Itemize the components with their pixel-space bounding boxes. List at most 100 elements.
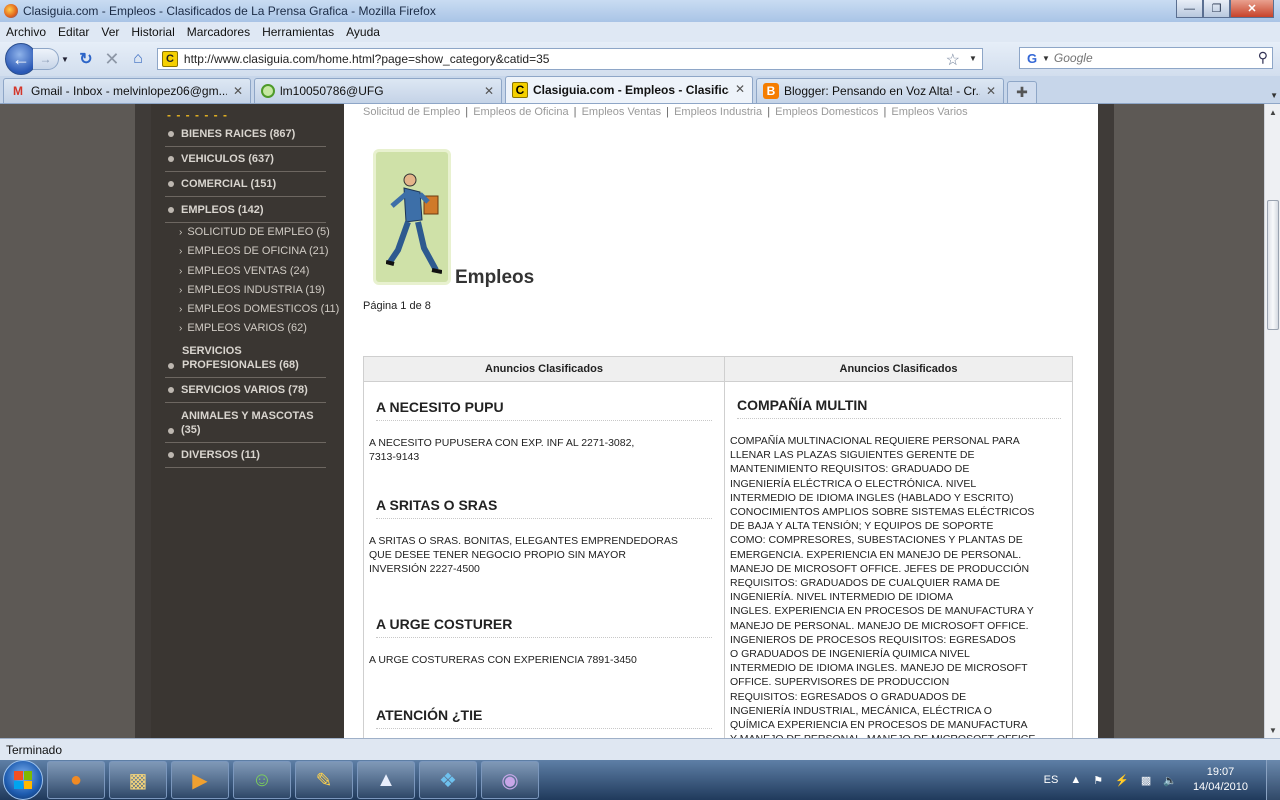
- subcategory-solicitud[interactable]: › SOLICITUD DE EMPLEO (5): [179, 226, 330, 238]
- subnav-link-industria[interactable]: Empleos Industria: [674, 106, 762, 118]
- scrollbar-thumb[interactable]: [1267, 200, 1279, 330]
- taskbar-explorer[interactable]: ▩: [109, 761, 167, 799]
- menu-marcadores[interactable]: Marcadores: [181, 25, 256, 39]
- forward-button[interactable]: →: [33, 48, 59, 70]
- subnav-link-varios[interactable]: Empleos Varios: [891, 106, 967, 118]
- search-engine-dropdown-icon[interactable]: ▼: [1042, 54, 1050, 63]
- url-bar[interactable]: C http://www.clasiguia.com/home.html?pag…: [156, 48, 983, 70]
- bookmark-star-icon[interactable]: ☆: [946, 50, 960, 70]
- category-label[interactable]: DIVERSOS (11): [181, 448, 326, 462]
- close-button[interactable]: ✕: [1230, 0, 1274, 18]
- ad-title[interactable]: A SRITAS O SRAS: [376, 497, 497, 513]
- tab-gmail[interactable]: M Gmail - Inbox - melvinlopez06@gm... ✕: [3, 78, 251, 103]
- category-bienes-raices[interactable]: BIENES RAICES (867): [165, 127, 326, 147]
- search-input[interactable]: [1053, 51, 1244, 65]
- category-label[interactable]: ANIMALES Y MASCOTAS (35): [181, 409, 326, 437]
- subnav-link-oficina[interactable]: Empleos de Oficina: [473, 106, 568, 118]
- subcategory-label[interactable]: EMPLEOS INDUSTRIA (19): [187, 284, 325, 296]
- menu-ver[interactable]: Ver: [95, 25, 125, 39]
- category-servicios-varios[interactable]: SERVICIOS VARIOS (78): [165, 383, 326, 403]
- close-tab-icon[interactable]: ✕: [986, 84, 996, 98]
- category-empleos[interactable]: EMPLEOS (142): [165, 203, 326, 223]
- reload-icon[interactable]: ↻: [73, 47, 99, 71]
- ad-title[interactable]: ATENCIÓN ¿TIE: [376, 707, 482, 723]
- category-servicios-profesionales[interactable]: SERVICIOS PROFESIONALES (68): [165, 344, 326, 378]
- category-label[interactable]: SERVICIOS VARIOS (78): [181, 383, 326, 397]
- subcategory-label[interactable]: EMPLEOS DE OFICINA (21): [187, 245, 328, 257]
- vertical-scrollbar[interactable]: ▲ ▼: [1264, 104, 1280, 738]
- ad-title[interactable]: A NECESITO PUPU: [376, 399, 504, 415]
- url-dropdown-icon[interactable]: ▼: [969, 54, 977, 63]
- subnav-separator: |: [573, 106, 577, 118]
- tab-blogger[interactable]: B Blogger: Pensando en Voz Alta! - Cr...…: [756, 78, 1004, 103]
- ad-title[interactable]: A URGE COSTURER: [376, 616, 512, 632]
- subnav-link-ventas[interactable]: Empleos Ventas: [582, 106, 662, 118]
- subnav-link-solicitud[interactable]: Solicitud de Empleo: [363, 106, 460, 118]
- tab-list-dropdown-icon[interactable]: ▼: [1270, 91, 1278, 100]
- category-comercial[interactable]: COMERCIAL (151): [165, 177, 326, 197]
- subnav-link-domesticos[interactable]: Empleos Domesticos: [775, 106, 878, 118]
- category-label[interactable]: BIENES RAICES (867): [181, 127, 326, 141]
- bullet-icon: [168, 428, 174, 434]
- taskbar-app-dolphin[interactable]: ❖: [419, 761, 477, 799]
- power-icon[interactable]: ⚡: [1115, 774, 1129, 787]
- network-signal-icon[interactable]: ▩: [1141, 774, 1151, 787]
- scroll-down-icon[interactable]: ▼: [1265, 722, 1280, 738]
- scroll-up-icon[interactable]: ▲: [1265, 104, 1280, 120]
- taskbar-messenger[interactable]: ☺: [233, 761, 291, 799]
- show-desktop-button[interactable]: [1266, 760, 1280, 800]
- subcategory-label[interactable]: EMPLEOS VARIOS (62): [187, 322, 307, 334]
- taskbar-pidgin[interactable]: ◉: [481, 761, 539, 799]
- menu-archivo[interactable]: Archivo: [0, 25, 52, 39]
- stop-icon[interactable]: ✕: [99, 47, 125, 71]
- bullet-icon: [168, 363, 174, 369]
- clock[interactable]: 19:07 14/04/2010: [1193, 765, 1248, 795]
- menu-herramientas[interactable]: Herramientas: [256, 25, 340, 39]
- category-label[interactable]: COMERCIAL (151): [181, 177, 326, 191]
- volume-icon[interactable]: 🔈: [1163, 774, 1177, 787]
- tab-ufg[interactable]: lm10050786@UFG ✕: [254, 78, 502, 103]
- taskbar-app-chart[interactable]: ✎: [295, 761, 353, 799]
- subcategory-label[interactable]: SOLICITUD DE EMPLEO (5): [187, 226, 329, 238]
- menu-bar: Archivo Editar Ver Historial Marcadores …: [0, 22, 1280, 42]
- subcategory-label[interactable]: EMPLEOS VENTAS (24): [187, 265, 309, 277]
- minimize-button[interactable]: —: [1176, 0, 1203, 18]
- new-tab-button[interactable]: ✚: [1007, 81, 1037, 103]
- close-tab-icon[interactable]: ✕: [484, 84, 494, 98]
- category-vehiculos[interactable]: VEHICULOS (637): [165, 152, 326, 172]
- start-button[interactable]: [3, 760, 43, 800]
- tab-label: Gmail - Inbox - melvinlopez06@gm...: [31, 84, 227, 98]
- close-tab-icon[interactable]: ✕: [233, 84, 243, 98]
- tab-clasiguia[interactable]: C Clasiguia.com - Empleos - Clasifica...…: [505, 76, 753, 103]
- search-bar[interactable]: G ▼ ⚲: [1019, 47, 1273, 69]
- a-app-icon: ▲: [376, 768, 396, 791]
- category-label[interactable]: VEHICULOS (637): [181, 152, 326, 166]
- url-text[interactable]: http://www.clasiguia.com/home.html?page=…: [184, 52, 550, 66]
- category-animales-mascotas[interactable]: ANIMALES Y MASCOTAS (35): [165, 409, 326, 443]
- subcategory-label[interactable]: EMPLEOS DOMESTICOS (11): [187, 303, 339, 315]
- taskbar-firefox[interactable]: ●: [47, 761, 105, 799]
- taskbar-media-player[interactable]: ▶: [171, 761, 229, 799]
- menu-ayuda[interactable]: Ayuda: [340, 25, 386, 39]
- google-icon[interactable]: G: [1024, 50, 1040, 66]
- subcategory-varios[interactable]: › EMPLEOS VARIOS (62): [179, 322, 307, 334]
- taskbar-app-a[interactable]: ▲: [357, 761, 415, 799]
- ad-title[interactable]: COMPAÑÍA MULTIN: [737, 397, 867, 413]
- tray-expand-icon[interactable]: ▲: [1070, 774, 1081, 786]
- category-label[interactable]: SERVICIOS PROFESIONALES (68): [181, 344, 326, 372]
- maximize-button[interactable]: ❐: [1203, 0, 1230, 18]
- language-indicator[interactable]: ES: [1044, 774, 1059, 786]
- action-center-flag-icon[interactable]: ⚑: [1093, 774, 1103, 787]
- subcategory-domesticos[interactable]: › EMPLEOS DOMESTICOS (11): [179, 303, 339, 315]
- menu-historial[interactable]: Historial: [125, 25, 180, 39]
- history-dropdown-icon[interactable]: ▼: [61, 55, 69, 64]
- close-tab-icon[interactable]: ✕: [735, 82, 745, 96]
- subcategory-ventas[interactable]: › EMPLEOS VENTAS (24): [179, 265, 309, 277]
- category-label[interactable]: EMPLEOS (142): [181, 203, 326, 217]
- home-icon[interactable]: ⌂: [125, 47, 151, 71]
- menu-editar[interactable]: Editar: [52, 25, 95, 39]
- subcategory-industria[interactable]: › EMPLEOS INDUSTRIA (19): [179, 284, 325, 296]
- category-diversos[interactable]: DIVERSOS (11): [165, 448, 326, 468]
- magnifier-icon[interactable]: ⚲: [1258, 49, 1268, 66]
- subcategory-oficina[interactable]: › EMPLEOS DE OFICINA (21): [179, 245, 329, 257]
